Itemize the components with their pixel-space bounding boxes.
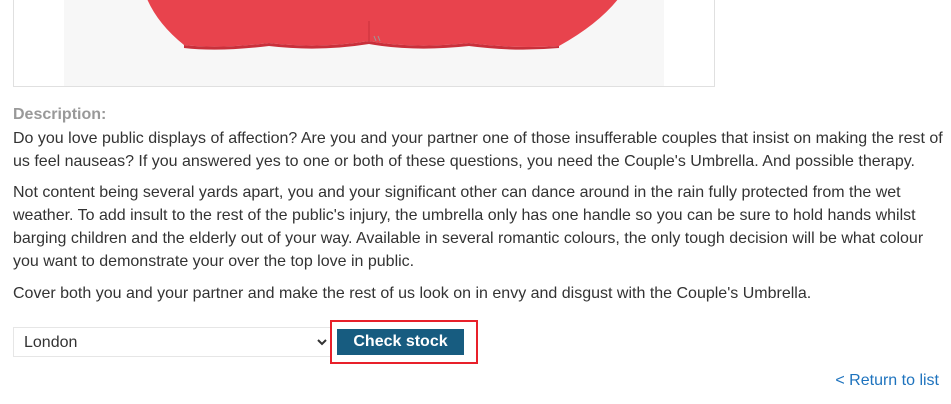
- product-page: Description: Do you love public displays…: [0, 0, 951, 404]
- store-select[interactable]: London: [13, 327, 331, 357]
- description-paragraph-1: Do you love public displays of affection…: [13, 130, 943, 170]
- umbrella-image: [64, 0, 664, 86]
- check-stock-button[interactable]: Check stock: [337, 329, 464, 355]
- return-to-list-link[interactable]: < Return to list: [835, 372, 939, 390]
- description-label: Description:: [13, 106, 107, 123]
- description-paragraph-2: Not content being several yards apart, y…: [13, 184, 924, 270]
- product-image-frame: [13, 0, 715, 87]
- description-paragraph-3: Cover both you and your partner and make…: [13, 285, 812, 302]
